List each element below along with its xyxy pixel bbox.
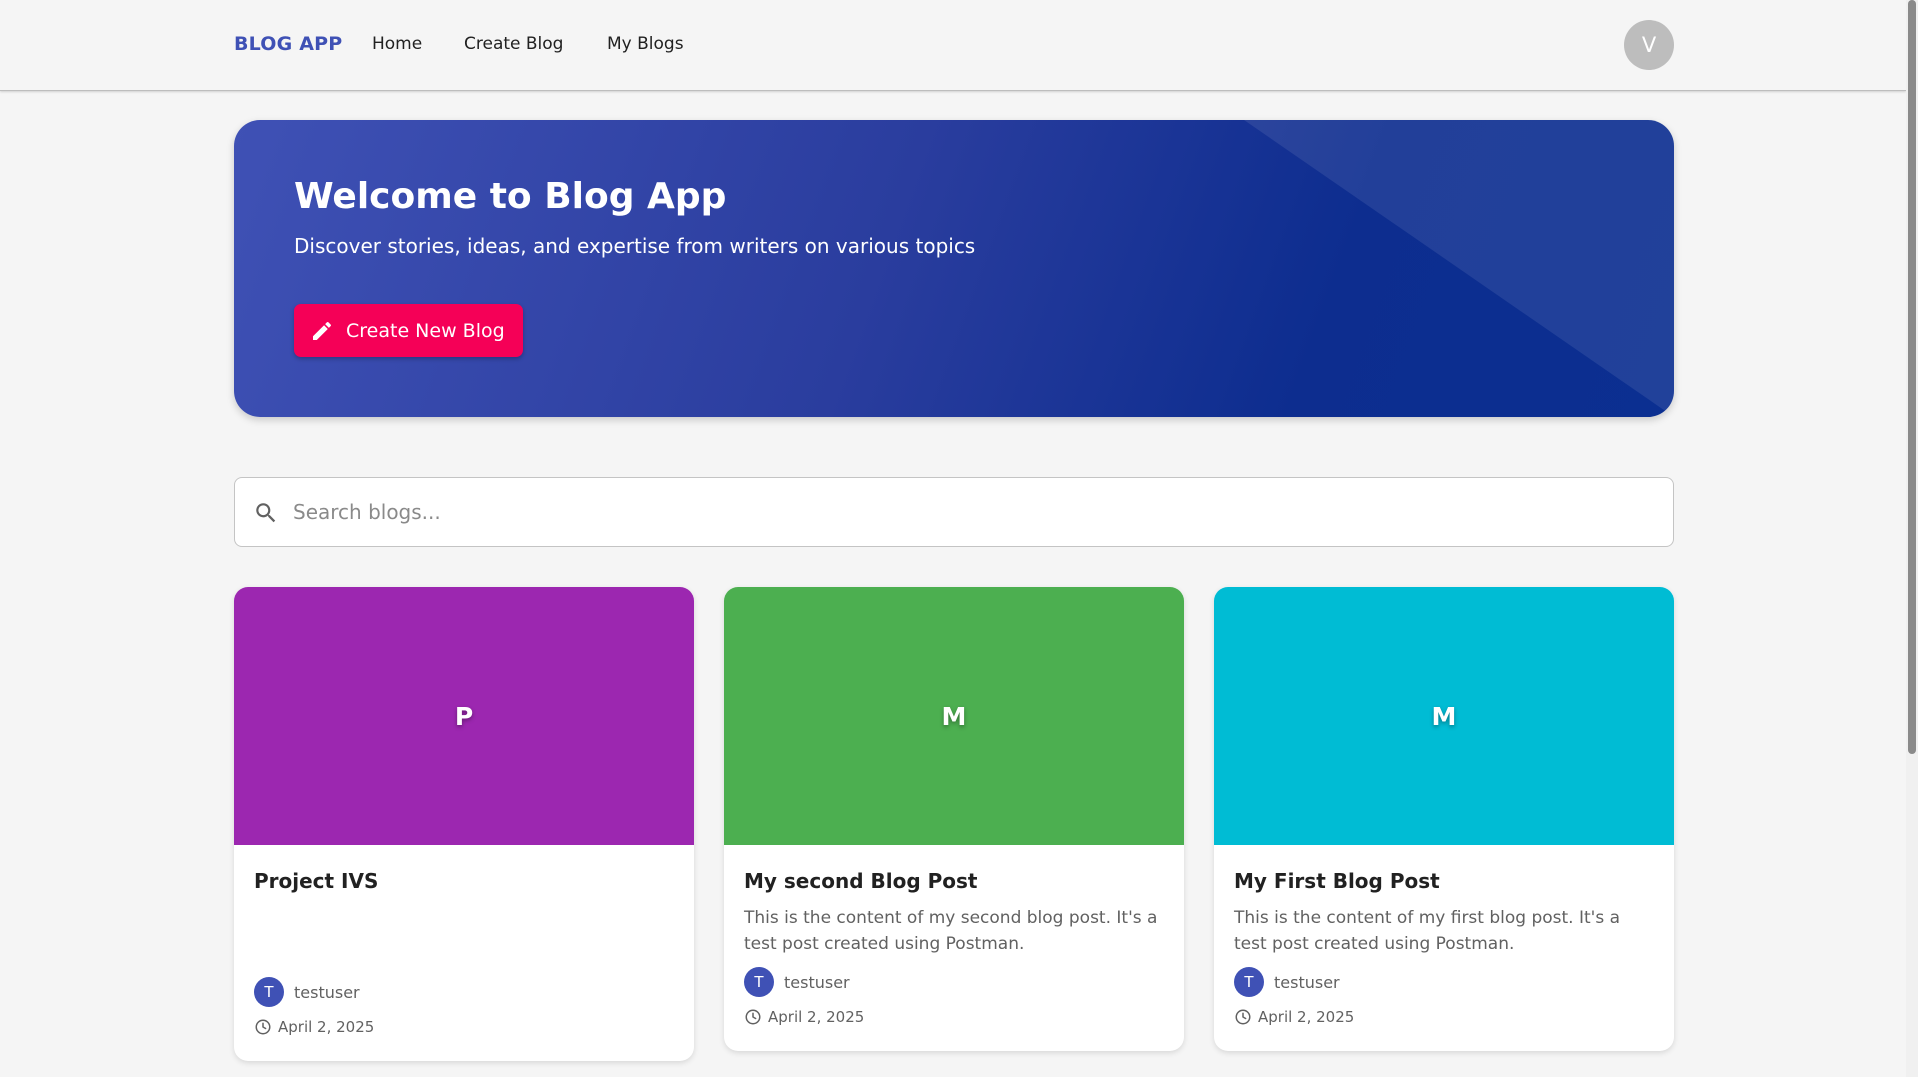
card-author: T testuser <box>744 967 850 997</box>
blog-card[interactable]: M My second Blog Post This is the conten… <box>724 587 1184 1051</box>
nav-link-home[interactable]: Home <box>372 34 422 54</box>
author-avatar: T <box>744 967 774 997</box>
card-author: T testuser <box>254 977 360 1007</box>
card-title[interactable]: My First Blog Post <box>1234 869 1440 893</box>
card-author: T testuser <box>1234 967 1340 997</box>
create-new-blog-label: Create New Blog <box>346 319 505 342</box>
search-input[interactable] <box>291 478 1651 546</box>
card-body: My First Blog Post This is the content o… <box>1214 845 1674 1051</box>
brand-logo[interactable]: BLOG APP <box>234 33 342 55</box>
card-excerpt: This is the content of my second blog po… <box>744 908 1158 954</box>
card-date: April 2, 2025 <box>1234 1008 1354 1026</box>
nav-link-my-blogs[interactable]: My Blogs <box>607 34 684 54</box>
author-avatar: T <box>254 977 284 1007</box>
card-cover[interactable]: M <box>1214 587 1674 845</box>
user-avatar[interactable]: V <box>1624 20 1674 70</box>
create-new-blog-button[interactable]: Create New Blog <box>294 304 523 357</box>
date-text: April 2, 2025 <box>278 1018 375 1036</box>
author-name: testuser <box>294 982 360 1002</box>
scrollbar-thumb[interactable] <box>1908 0 1916 754</box>
search-icon <box>253 500 279 526</box>
nav-link-create-blog[interactable]: Create Blog <box>464 34 563 54</box>
card-body: My second Blog Post This is the content … <box>724 845 1184 1051</box>
date-text: April 2, 2025 <box>1258 1008 1355 1026</box>
blog-card[interactable]: M My First Blog Post This is the content… <box>1214 587 1674 1051</box>
card-body: Project IVS T testuser April 2, 2025 <box>234 845 694 1061</box>
pencil-icon <box>310 319 334 343</box>
top-navbar: BLOG APP Home Create Blog My Blogs V <box>0 0 1906 91</box>
clock-icon <box>254 1018 272 1036</box>
card-cover[interactable]: M <box>724 587 1184 845</box>
hero-title: Welcome to Blog App <box>294 176 727 217</box>
card-date: April 2, 2025 <box>254 1018 374 1036</box>
card-excerpt: This is the content of my first blog pos… <box>1234 908 1621 954</box>
author-name: testuser <box>784 972 850 992</box>
clock-icon <box>744 1008 762 1026</box>
hero-banner: Welcome to Blog App Discover stories, id… <box>234 120 1674 417</box>
card-title[interactable]: My second Blog Post <box>744 869 977 893</box>
blog-card[interactable]: P Project IVS T testuser April 2, 2025 <box>234 587 694 1061</box>
card-cover[interactable]: P <box>234 587 694 845</box>
clock-icon <box>1234 1008 1252 1026</box>
hero-subtitle: Discover stories, ideas, and expertise f… <box>294 234 976 258</box>
search-bar[interactable] <box>234 477 1674 547</box>
card-title[interactable]: Project IVS <box>254 869 378 893</box>
author-avatar: T <box>1234 967 1264 997</box>
author-name: testuser <box>1274 972 1340 992</box>
hero-decorative-shape <box>1244 120 1674 417</box>
card-date: April 2, 2025 <box>744 1008 864 1026</box>
date-text: April 2, 2025 <box>768 1008 865 1026</box>
